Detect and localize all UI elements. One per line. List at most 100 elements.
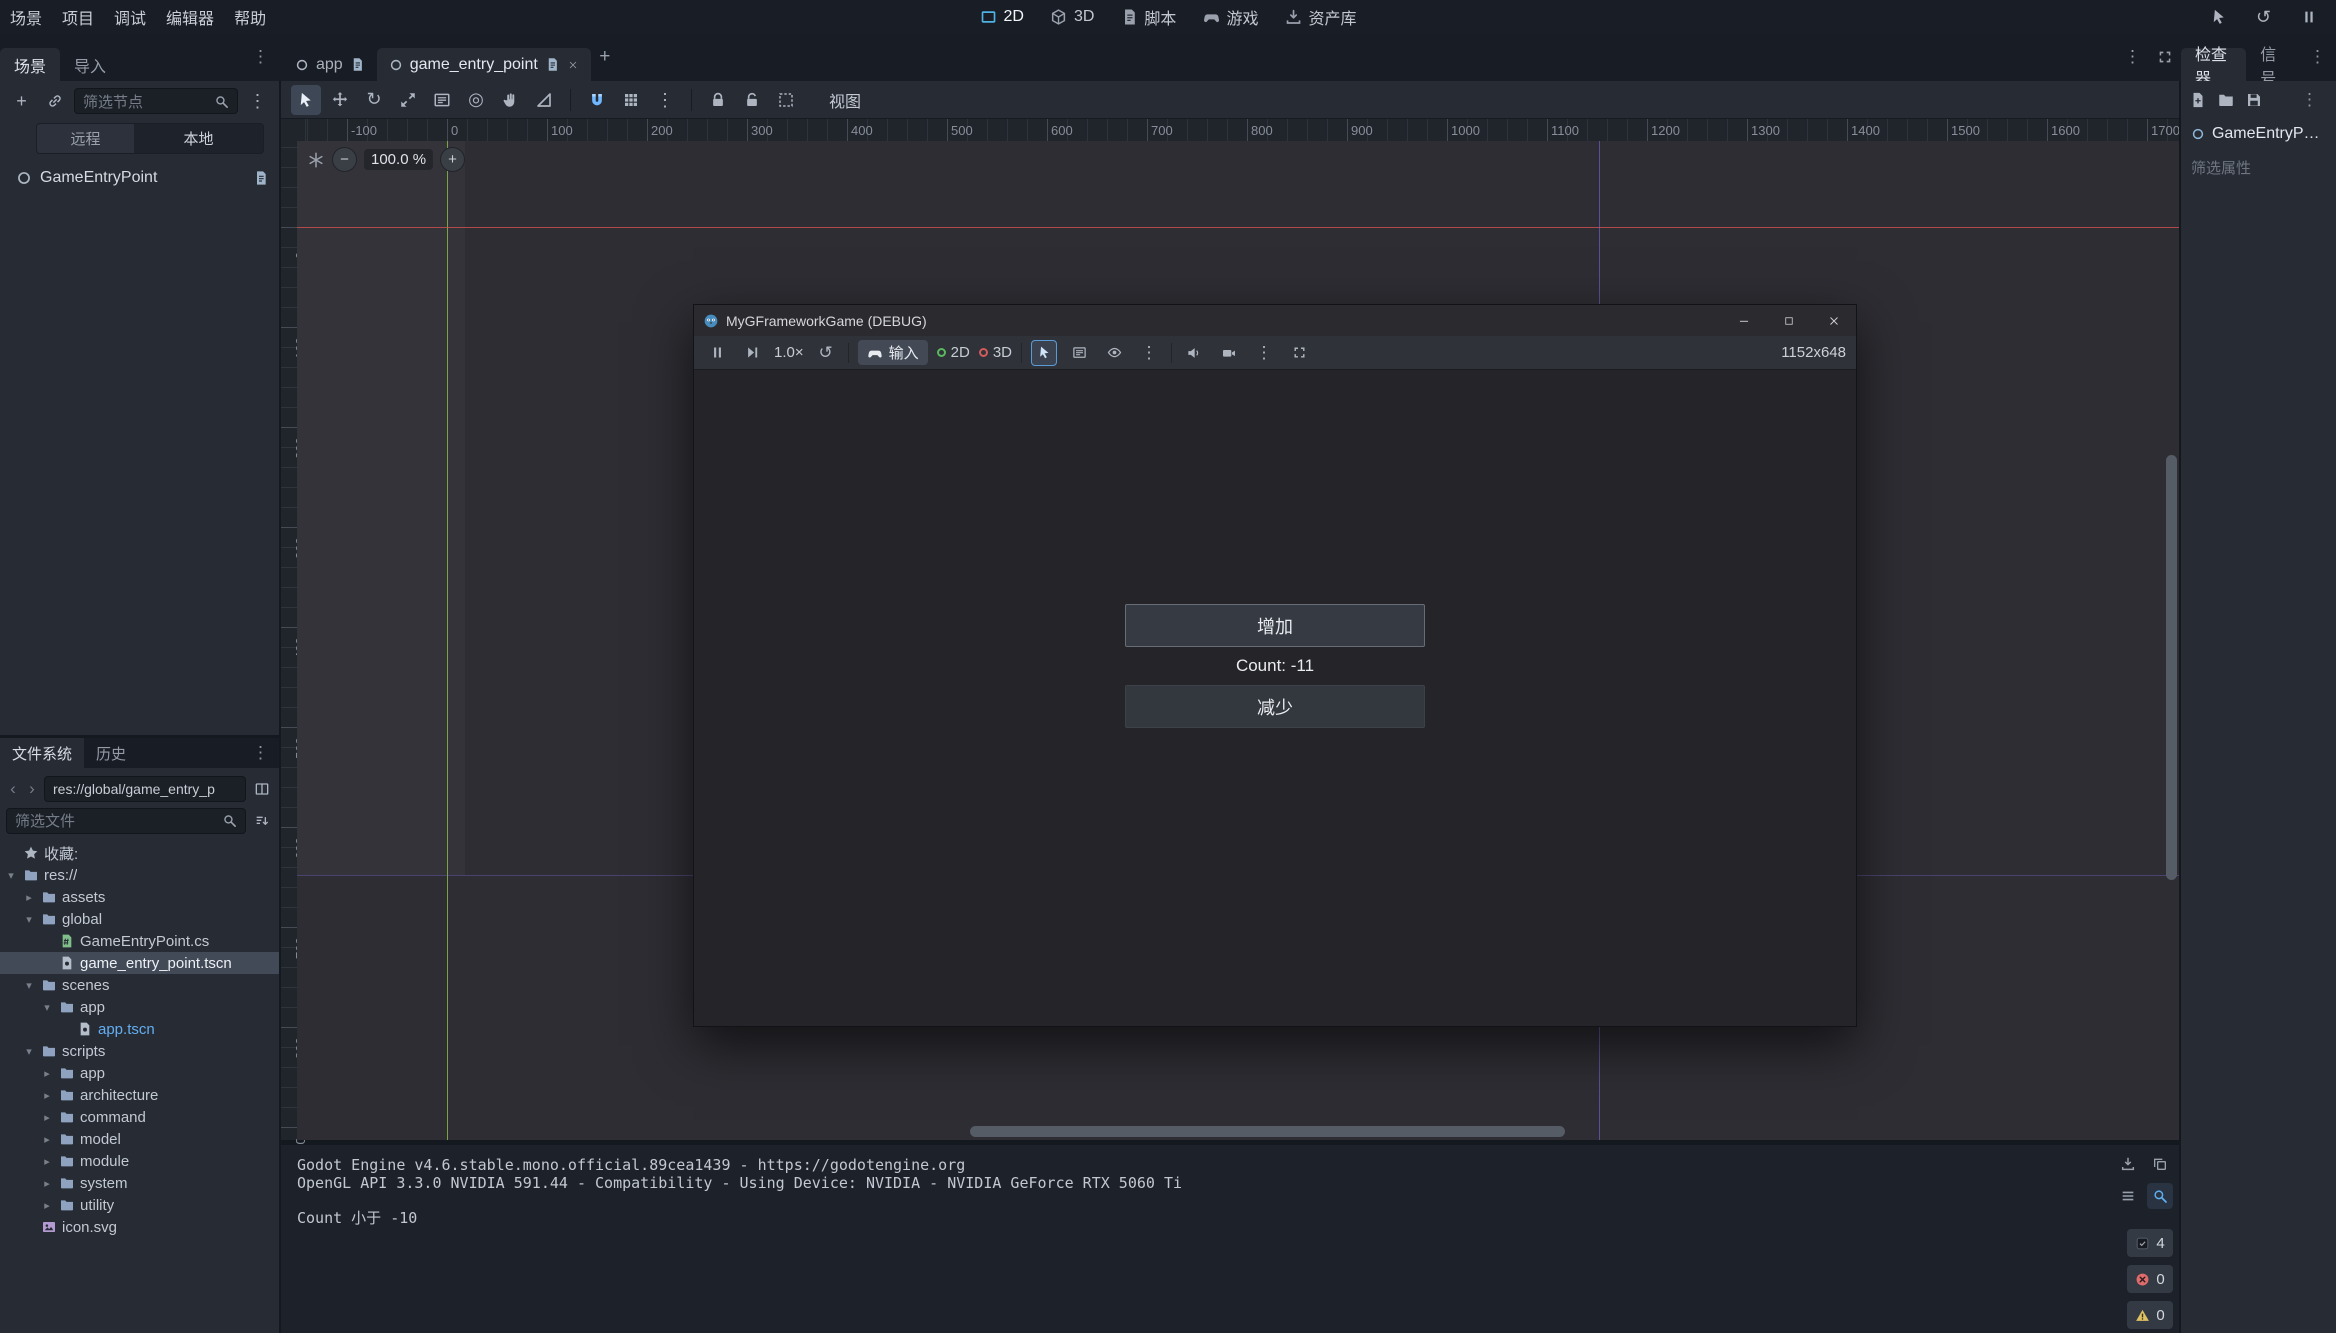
log-filter-icon[interactable] (2115, 1183, 2141, 1209)
tree-collapse-icon[interactable]: ▾ (22, 979, 36, 992)
tab-import-dock[interactable]: 导入 (60, 48, 120, 81)
error-count-badge[interactable]: 0 (2127, 1265, 2173, 1293)
menu-debug[interactable]: 调试 (104, 0, 156, 33)
inspector-extra-menu-icon[interactable]: ⋮ (2291, 90, 2328, 110)
fs-item-module[interactable]: ▸module (0, 1150, 279, 1172)
fs-item-icon.svg[interactable]: icon.svg (0, 1216, 279, 1238)
close-tab-icon[interactable] (567, 59, 579, 71)
toggle-split-mode-icon[interactable] (251, 778, 273, 800)
nav-back-icon[interactable]: ‹ (6, 779, 20, 799)
zoom-level-value[interactable]: 100.0 % (364, 149, 433, 170)
filter-nodes-input[interactable]: 筛选节点 (74, 88, 238, 114)
log-count-badge[interactable]: 4 (2127, 1229, 2173, 1257)
menu-project[interactable]: 项目 (52, 0, 104, 33)
game-pick-mode-icon[interactable] (2205, 3, 2232, 30)
unlock-object-button[interactable] (737, 85, 767, 115)
fs-item-app[interactable]: ▸app (0, 1062, 279, 1084)
script-icon[interactable] (545, 57, 560, 72)
menu-scene[interactable]: 场景 (0, 0, 52, 33)
group-object-button[interactable] (771, 85, 801, 115)
workspace-assetlib[interactable]: 资产库 (1273, 0, 1367, 33)
scene-tab-app[interactable]: app (283, 48, 377, 81)
distraction-free-icon[interactable] (2157, 49, 2173, 65)
file-sort-icon[interactable] (251, 810, 273, 832)
remote-tab[interactable]: 远程 (37, 124, 134, 153)
tree-expand-icon[interactable]: ▸ (40, 1111, 54, 1124)
workspace-3d[interactable]: 3D (1039, 0, 1105, 33)
copy-log-icon[interactable] (2147, 1151, 2173, 1177)
snap-options-icon[interactable]: ⋮ (650, 85, 680, 115)
open-script-icon[interactable] (253, 170, 269, 186)
suspend-game-icon[interactable] (704, 340, 730, 366)
rotate-tool-button[interactable]: ↻ (359, 85, 389, 115)
move-tool-button[interactable] (325, 85, 355, 115)
reset-speed-icon[interactable]: ↺ (813, 340, 839, 366)
tree-expand-icon[interactable]: ▸ (22, 891, 36, 904)
nav-forward-icon[interactable]: › (25, 779, 39, 799)
zoom-in-button[interactable]: + (440, 147, 465, 172)
fs-item-app[interactable]: ▾app (0, 996, 279, 1018)
local-tab[interactable]: 本地 (134, 124, 263, 153)
list-select-button[interactable] (427, 85, 457, 115)
pan-tool-button[interactable] (495, 85, 525, 115)
select-tool-button[interactable] (291, 85, 321, 115)
fs-item-global[interactable]: ▾global (0, 908, 279, 930)
menu-help[interactable]: 帮助 (224, 0, 276, 33)
fs-item-GameEntryPoint.cs[interactable]: GameEntryPoint.cs (0, 930, 279, 952)
close-button[interactable] (1811, 305, 1856, 336)
log-search-icon[interactable] (2147, 1183, 2173, 1209)
add-node-button[interactable]: + (8, 88, 35, 115)
next-frame-icon[interactable] (739, 340, 765, 366)
tab-signals[interactable]: 信号 (2246, 48, 2299, 81)
more-options-icon[interactable]: ⋮ (1251, 340, 1277, 366)
mode-2d-button[interactable]: 2D (937, 344, 970, 361)
fs-item-utility[interactable]: ▸utility (0, 1194, 279, 1216)
tree-collapse-icon[interactable]: ▾ (4, 869, 18, 882)
game-speed-value[interactable]: 1.0× (774, 344, 804, 361)
fs-item-res://[interactable]: ▾res:// (0, 864, 279, 886)
tree-expand-icon[interactable]: ▸ (40, 1133, 54, 1146)
tab-history[interactable]: 历史 (84, 738, 138, 768)
vertical-scrollbar[interactable] (2166, 455, 2177, 880)
zoom-out-button[interactable]: − (332, 147, 357, 172)
grid-snap-toggle[interactable] (616, 85, 646, 115)
fs-item-assets[interactable]: ▸assets (0, 886, 279, 908)
decrease-button[interactable]: 减少 (1125, 685, 1425, 728)
tab-list-menu-icon[interactable]: ⋮ (2124, 47, 2141, 67)
lock-object-button[interactable] (703, 85, 733, 115)
filter-files-input[interactable]: 筛选文件 (6, 808, 246, 834)
workspace-game[interactable]: 游戏 (1191, 0, 1269, 33)
fullscreen-icon[interactable] (1286, 340, 1312, 366)
fs-item-command[interactable]: ▸command (0, 1106, 279, 1128)
fs-item-system[interactable]: ▸system (0, 1172, 279, 1194)
new-tab-button[interactable]: + (591, 43, 619, 71)
menu-editor[interactable]: 编辑器 (156, 0, 224, 33)
view-menu-button[interactable]: 视图 (819, 88, 871, 112)
tree-expand-icon[interactable]: ▸ (40, 1199, 54, 1212)
tree-collapse-icon[interactable]: ▾ (22, 913, 36, 926)
save-log-icon[interactable] (2115, 1151, 2141, 1177)
smart-snap-toggle[interactable] (582, 85, 612, 115)
workspace-2d[interactable]: 2D (969, 0, 1035, 33)
fs-item-scenes[interactable]: ▾scenes (0, 974, 279, 996)
fs-item-game_entry_point.tscn[interactable]: game_entry_point.tscn (0, 952, 279, 974)
current-path-input[interactable]: res://global/game_entry_p (44, 776, 246, 802)
mute-audio-icon[interactable] (1181, 340, 1207, 366)
inspector-dock-menu-icon[interactable]: ⋮ (2299, 47, 2336, 67)
tree-expand-icon[interactable]: ▸ (40, 1089, 54, 1102)
instance-scene-icon[interactable] (41, 88, 68, 115)
horizontal-scrollbar[interactable] (970, 1126, 1565, 1137)
tab-filesystem[interactable]: 文件系统 (0, 738, 84, 768)
tree-collapse-icon[interactable]: ▾ (22, 1045, 36, 1058)
load-resource-icon[interactable] (2217, 91, 2235, 109)
fs-item-model[interactable]: ▸model (0, 1128, 279, 1150)
ruler-tool-button[interactable] (529, 85, 559, 115)
tab-inspector[interactable]: 检查器 (2181, 48, 2246, 81)
game-window-titlebar[interactable]: MyGFrameworkGame (DEBUG) (694, 305, 1856, 336)
increase-button[interactable]: 增加 (1125, 604, 1425, 647)
fs-item-收藏:[interactable]: 收藏: (0, 842, 279, 864)
mode-3d-button[interactable]: 3D (979, 344, 1012, 361)
fs-item-app.tscn[interactable]: app.tscn (0, 1018, 279, 1040)
filter-properties-input[interactable]: 筛选属性 (2191, 157, 2326, 178)
scene-dock-menu-icon[interactable]: ⋮ (242, 47, 279, 67)
